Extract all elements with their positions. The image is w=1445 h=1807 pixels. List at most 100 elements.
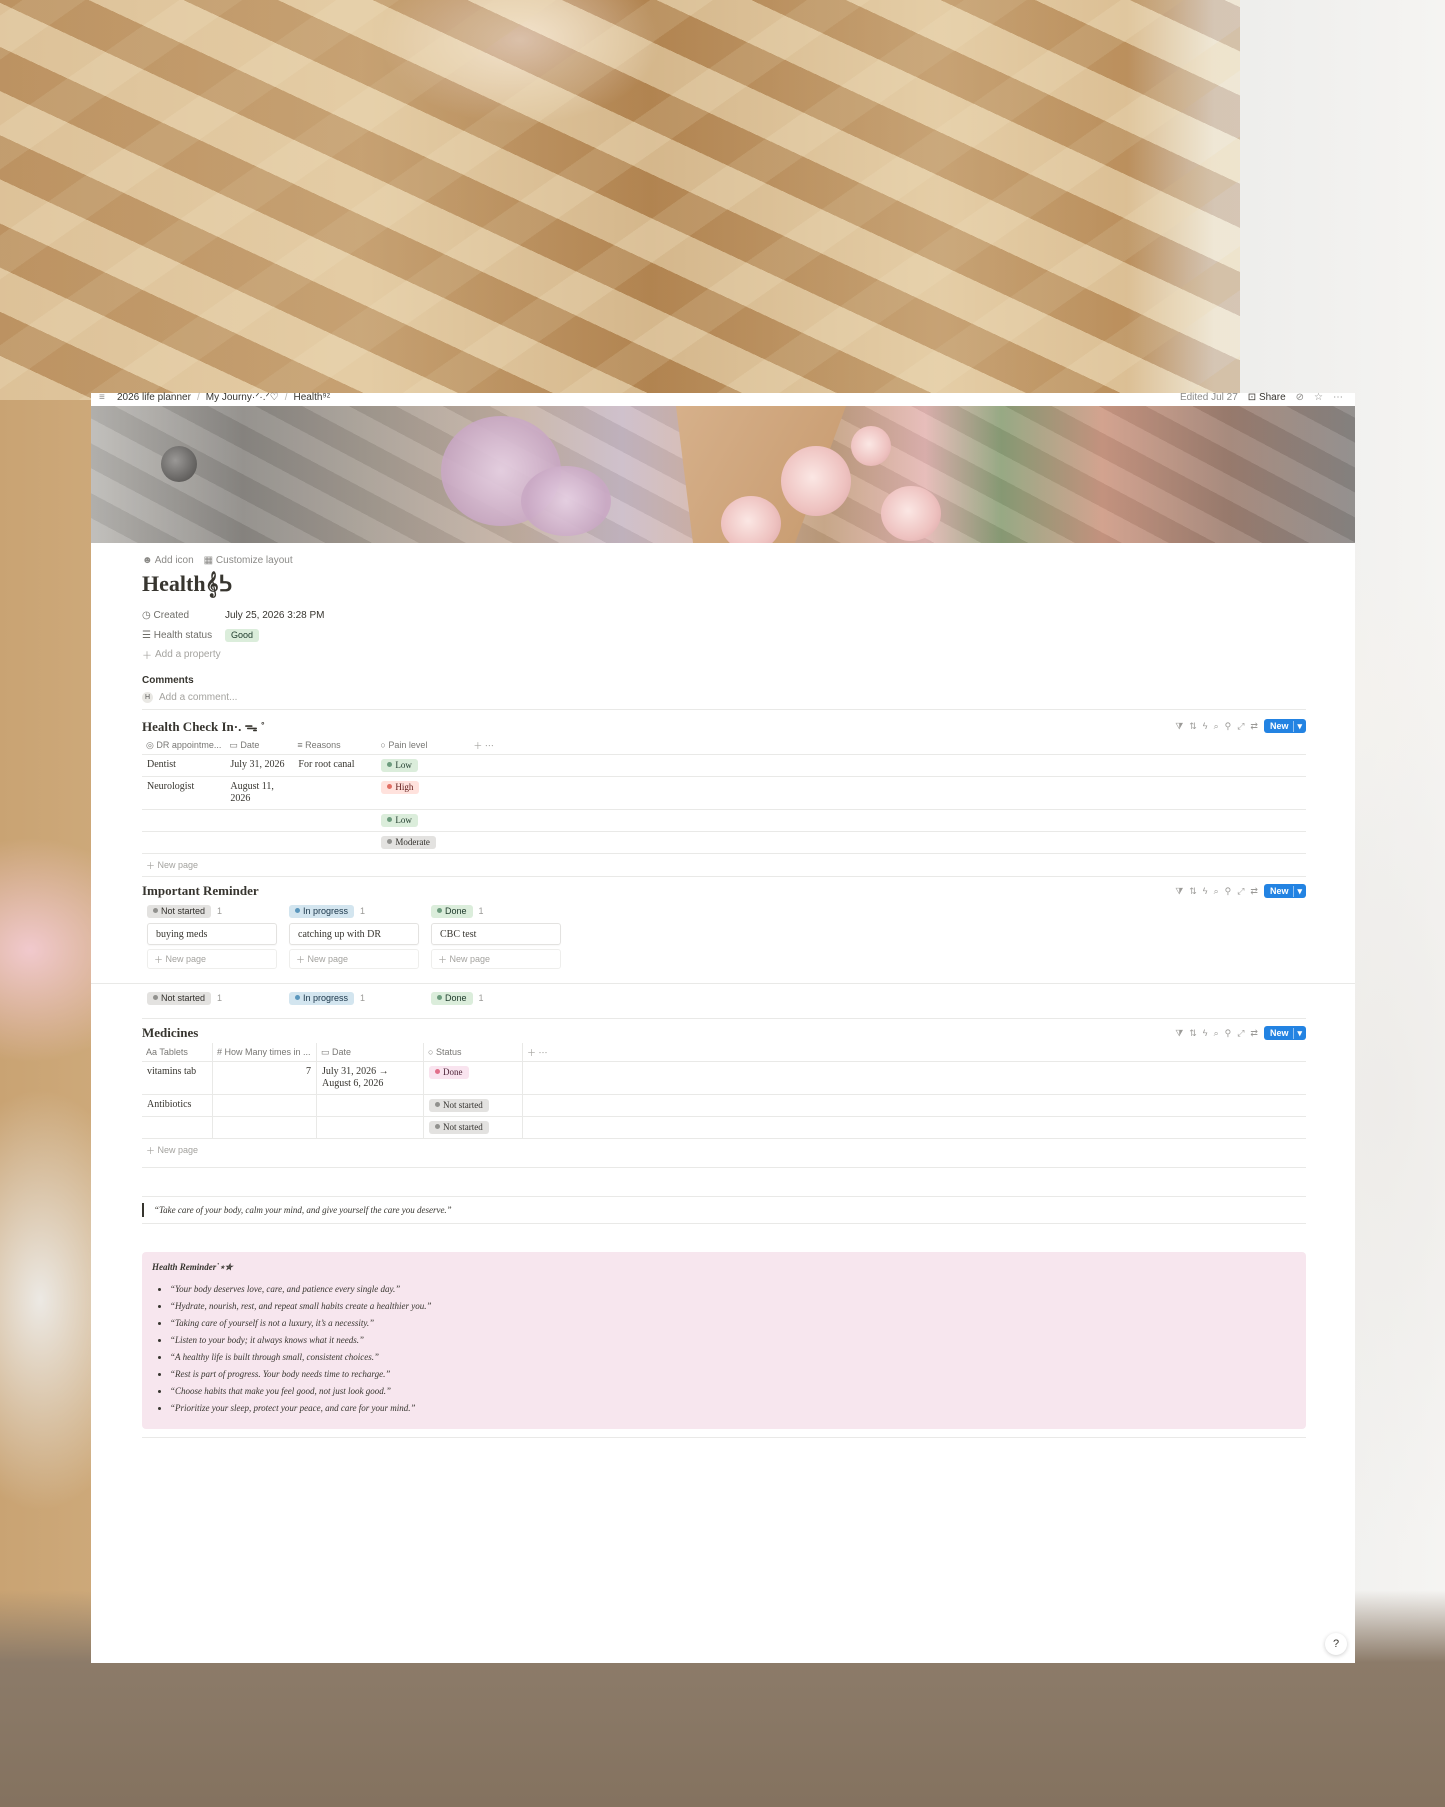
property-health-status[interactable]: ☰ Health status Good [142, 625, 1306, 645]
status-badge: Low [381, 814, 418, 827]
divider [142, 1167, 1306, 1168]
filter-icon[interactable]: ⧩ [1175, 721, 1183, 732]
column-header[interactable]: ○ Pain level [376, 736, 470, 755]
clock-icon: ◷ [142, 609, 151, 621]
search-icon[interactable]: ⚲ [1225, 1028, 1232, 1039]
divider [91, 983, 1355, 984]
health-check-table: ◎ DR appointme... ▭ Date ≡ Reasons ○ Pai… [142, 736, 1306, 854]
breadcrumb-item[interactable]: My Journy·ᐟ·.ᐟ♡ [206, 392, 279, 403]
quote-block[interactable]: “Take care of your body, calm your mind,… [142, 1203, 1306, 1217]
automation-icon[interactable]: ϟ [1203, 721, 1208, 731]
health-check-title[interactable]: Health Check In·. ᯓ ˚ [142, 717, 265, 735]
new-page-button[interactable]: ＋ New page [431, 949, 561, 969]
link-icon[interactable]: ⊘ [1296, 392, 1304, 403]
status-badge[interactable]: Done [431, 991, 473, 1005]
column-header[interactable]: ◎ DR appointme... [142, 736, 226, 755]
status-badge[interactable]: Done [431, 904, 473, 918]
zoom-icon[interactable]: ⌕ [1214, 721, 1219, 732]
more-icon[interactable]: ⋯ [1333, 392, 1343, 403]
lock-icon: ⊡ [1247, 391, 1257, 403]
page-controls: ☻ Add icon ▦ Customize layout [142, 553, 1306, 567]
breadcrumb-item[interactable]: Health⁹ᶻ [294, 392, 331, 403]
status-badge: Not started [429, 1099, 489, 1112]
list-item: “Rest is part of progress. Your body nee… [170, 1366, 1296, 1383]
new-button[interactable]: New ▾ [1263, 1026, 1306, 1040]
status-badge[interactable]: Not started [147, 904, 212, 918]
expand-icon[interactable]: ⤢ [1237, 1028, 1244, 1039]
settings-icon[interactable]: ⇄ [1250, 1028, 1258, 1039]
add-property-button[interactable]: ＋ Add a property [142, 645, 1306, 663]
status-badge[interactable]: In progress [289, 904, 355, 918]
table-row[interactable]: vitamins tab 7 July 31, 2026 → August 6,… [142, 1061, 1306, 1095]
top-bar: ≡ 2026 life planner / My Journy·ᐟ·.ᐟ♡ / … [91, 390, 1355, 404]
chevron-down-icon: ▾ [1293, 1027, 1302, 1039]
callout-title: Health Reminder˙⋆✮ [152, 1262, 233, 1272]
zoom-icon[interactable]: ⌕ [1214, 1028, 1219, 1039]
automation-icon[interactable]: ϟ [1203, 886, 1208, 896]
column-header[interactable]: ▭ Date [225, 736, 294, 755]
table-row[interactable]: Not started [142, 1116, 1306, 1139]
star-icon[interactable]: ☆ [1314, 392, 1323, 403]
column-header[interactable]: ○ Status [423, 1043, 523, 1062]
new-page-button[interactable]: ＋ New page [142, 1139, 1306, 1161]
table-row[interactable]: Moderate [142, 831, 1306, 854]
divider [142, 1196, 1306, 1197]
sort-icon[interactable]: ⇅ [1189, 1028, 1197, 1039]
new-button[interactable]: New ▾ [1263, 719, 1306, 733]
automation-icon[interactable]: ϟ [1203, 1028, 1208, 1038]
table-row[interactable]: Neurologist August 11, 2026 High [142, 776, 1306, 810]
status-badge[interactable]: Not started [147, 991, 212, 1005]
medicines-title[interactable]: Medicines [142, 1025, 198, 1041]
help-button[interactable]: ? [1325, 1633, 1347, 1655]
reminder-list: “Your body deserves love, care, and pati… [152, 1281, 1296, 1417]
new-page-button[interactable]: ＋ New page [147, 949, 277, 969]
search-icon[interactable]: ⚲ [1225, 721, 1232, 732]
filter-icon[interactable]: ⧩ [1175, 1028, 1183, 1039]
table-row[interactable]: Low [142, 809, 1306, 832]
board-card[interactable]: CBC test [431, 923, 561, 945]
zoom-icon[interactable]: ⌕ [1214, 886, 1219, 897]
column-header[interactable]: ≡ Reasons [293, 736, 377, 755]
column-header[interactable]: Aa Tablets [142, 1043, 213, 1062]
customize-layout-button[interactable]: ▦ Customize layout [204, 555, 293, 566]
health-reminder-callout[interactable]: Health Reminder˙⋆✮ “Your body deserves l… [142, 1252, 1306, 1429]
expand-icon[interactable]: ⤢ [1237, 886, 1244, 897]
breadcrumb-item[interactable]: 2026 life planner [117, 392, 191, 403]
status-badge[interactable]: In progress [289, 991, 355, 1005]
share-button[interactable]: ⊡ Share [1248, 392, 1286, 403]
status-badge[interactable]: Good [225, 628, 260, 642]
page-title[interactable]: Health𝄞ᕊ [142, 571, 1306, 599]
sort-icon[interactable]: ⇅ [1189, 721, 1197, 732]
status-badge: Done [429, 1066, 469, 1079]
sidebar-toggle-icon[interactable]: ≡ [99, 392, 109, 403]
breadcrumb: 2026 life planner / My Journy·ᐟ·.ᐟ♡ / He… [117, 392, 330, 403]
column-header[interactable]: ▭ Date [316, 1043, 424, 1062]
add-column-button[interactable]: ＋ ⋯ [469, 736, 1306, 755]
table-row[interactable]: Antibiotics Not started [142, 1094, 1306, 1117]
breadcrumb-separator: / [284, 391, 288, 403]
add-column-button[interactable]: ＋ ⋯ [522, 1043, 1306, 1062]
list-icon: ☰ [142, 629, 151, 641]
board-column: In progress 1 catching up with DR ＋ New p… [289, 903, 419, 969]
settings-icon[interactable]: ⇄ [1250, 721, 1258, 732]
expand-icon[interactable]: ⤢ [1237, 721, 1244, 732]
new-button[interactable]: New ▾ [1263, 884, 1306, 898]
reminder-title[interactable]: Important Reminder [142, 883, 259, 899]
board-card[interactable]: buying meds [147, 923, 277, 945]
database-toolbar: ⧩ ⇅ ϟ ⌕ ⚲ ⤢ ⇄ New ▾ [1175, 719, 1306, 733]
add-icon-button[interactable]: ☻ Add icon [142, 555, 194, 566]
divider [142, 876, 1306, 877]
new-page-button[interactable]: ＋ New page [289, 949, 419, 969]
property-created[interactable]: ◷ Created July 25, 2026 3:28 PM [142, 605, 1306, 625]
search-icon[interactable]: ⚲ [1225, 886, 1232, 897]
table-row[interactable]: Dentist July 31, 2026 For root canal Low [142, 754, 1306, 777]
comment-input[interactable]: H Add a comment... [142, 689, 1306, 705]
new-page-button[interactable]: ＋ New page [142, 854, 1306, 876]
filter-icon[interactable]: ⧩ [1175, 886, 1183, 897]
column-header[interactable]: # How Many times in ... [212, 1043, 317, 1062]
board-card[interactable]: catching up with DR [289, 923, 419, 945]
cover-image[interactable] [91, 406, 1355, 543]
settings-icon[interactable]: ⇄ [1250, 886, 1258, 897]
reminder-sticky-header: Not started 1 In progress 1 Done 1 [142, 990, 1306, 1006]
sort-icon[interactable]: ⇅ [1189, 886, 1197, 897]
